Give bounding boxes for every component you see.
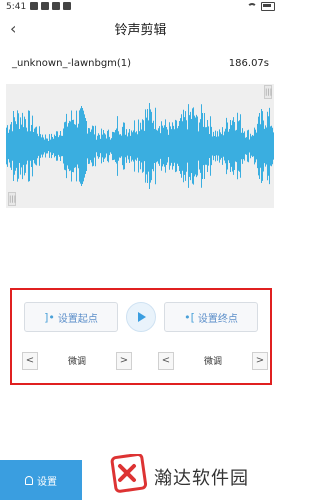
- notification-icon: [63, 2, 71, 10]
- end-fine-tune-label: 微调: [203, 357, 222, 367]
- waveform: [6, 103, 274, 189]
- start-handle-icon[interactable]: |||: [8, 192, 16, 206]
- set-start-icon: ]•: [44, 310, 55, 324]
- set-start-button[interactable]: ]• 设置起点: [24, 302, 118, 332]
- start-fine-tune: < 微调 >: [22, 352, 132, 370]
- start-fine-tune-back-button[interactable]: <: [22, 352, 38, 370]
- play-button[interactable]: [126, 302, 156, 332]
- top-app-bar: ‹ 铃声剪辑: [0, 16, 281, 42]
- file-info: _unknown_-lawnbgm(1) 186.07s: [10, 58, 271, 74]
- notification-icon: [52, 2, 60, 10]
- wifi-icon: [247, 2, 257, 11]
- end-handle-icon[interactable]: |||: [264, 85, 272, 99]
- start-fine-tune-label: 微调: [67, 357, 86, 367]
- end-fine-tune-back-button[interactable]: <: [158, 352, 174, 370]
- watermark-logo-icon: [110, 454, 148, 493]
- watermark: 瀚达软件园: [104, 452, 280, 500]
- end-fine-tune-forward-button[interactable]: >: [252, 352, 268, 370]
- set-start-label: 设置起点: [57, 313, 98, 325]
- battery-icon: [261, 2, 275, 11]
- trim-controls: ]• 设置起点 •[ 设置终点 < 微调 > < 微调 >: [10, 288, 272, 385]
- status-time: 5:41: [6, 2, 27, 12]
- page-title: 铃声剪辑: [114, 23, 167, 38]
- play-icon: [138, 312, 146, 322]
- set-end-label: 设置终点: [197, 313, 238, 325]
- settings-button[interactable]: 设置: [0, 460, 82, 500]
- status-bar: 5:41: [0, 0, 281, 16]
- notification-icon: [30, 2, 38, 10]
- file-duration: 186.07s: [228, 58, 269, 69]
- notification-icons: [30, 2, 71, 10]
- set-end-icon: •[: [184, 310, 195, 324]
- start-fine-tune-forward-button[interactable]: >: [116, 352, 132, 370]
- system-icons: [247, 2, 275, 11]
- notification-icon: [41, 2, 49, 10]
- end-fine-tune: < 微调 >: [158, 352, 268, 370]
- file-name: _unknown_-lawnbgm(1): [12, 58, 132, 69]
- settings-label: 设置: [37, 476, 57, 488]
- waveform-panel[interactable]: ||| |||: [6, 84, 274, 208]
- set-end-button[interactable]: •[ 设置终点: [164, 302, 258, 332]
- bell-icon: [25, 475, 33, 485]
- watermark-text: 瀚达软件园: [154, 468, 249, 489]
